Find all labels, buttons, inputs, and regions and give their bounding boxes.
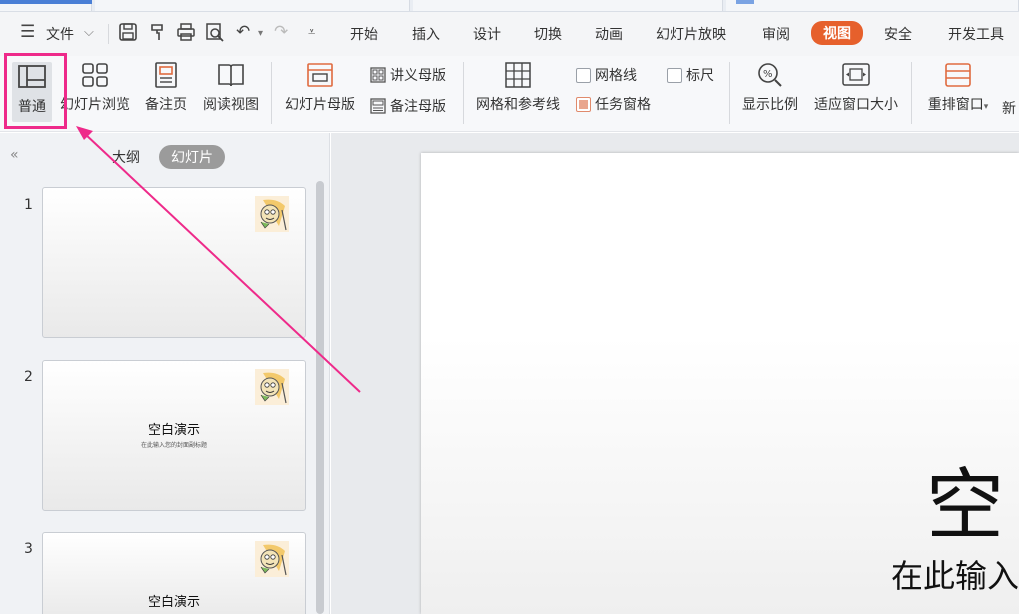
slide-sorter-label: 幻灯片浏览	[60, 97, 130, 113]
tab-animations[interactable]: 动画	[595, 24, 623, 44]
separator	[729, 62, 730, 124]
slide-thumbnail-1[interactable]	[42, 187, 306, 338]
tab-slides[interactable]: 幻灯片	[159, 145, 225, 169]
grid-guides-label: 网格和参考线	[476, 97, 560, 113]
zoom-icon: %	[756, 62, 784, 88]
dropdown-arrow-icon: ▾	[983, 102, 989, 112]
gridlines-checkbox-box[interactable]	[576, 67, 591, 83]
undo-dropdown-icon[interactable]: ▾	[258, 28, 263, 39]
book-icon	[217, 62, 245, 88]
notes-master-icon	[370, 98, 386, 114]
task-pane-checkbox[interactable]: 任务窗格	[576, 94, 651, 114]
slide-number: 3	[24, 541, 33, 557]
tab-slideshow[interactable]: 幻灯片放映	[656, 24, 726, 44]
mascot-icon	[255, 196, 289, 232]
tab-home[interactable]: 开始	[350, 24, 378, 44]
task-pane-checkbox-box[interactable]	[576, 96, 591, 112]
rearrange-window-icon	[944, 62, 972, 88]
rearrange-window-button[interactable]: 重排窗口▾	[922, 62, 994, 114]
reading-view-label: 阅读视图	[203, 97, 259, 113]
slide-thumbnail-title: 空白演示	[147, 423, 200, 438]
new-window-button[interactable]: 新	[1002, 98, 1019, 118]
notes-page-button[interactable]: 备注页	[142, 62, 190, 114]
new-window-label: 新	[1002, 101, 1016, 117]
slide-thumbnail-3[interactable]: 空白演示	[42, 532, 306, 614]
rearrange-window-label: 重排窗口	[927, 97, 984, 113]
mascot-icon	[255, 369, 289, 405]
slide-master-icon	[306, 62, 334, 88]
window-tab[interactable]	[726, 0, 1019, 11]
ruler-checkbox-box[interactable]	[667, 67, 682, 83]
grid-icon	[504, 62, 532, 88]
slide-thumbnail-subtitle: 在此输入您的封面副标题	[140, 442, 207, 449]
separator	[271, 62, 272, 124]
separator	[911, 62, 912, 124]
fit-window-label: 适应窗口大小	[814, 97, 898, 113]
notes-page-label: 备注页	[145, 97, 187, 113]
chevron-down-icon[interactable]: ⌵	[84, 25, 94, 40]
menu-bar: ☰ 文件 ⌵ ↶ ▾ ↷ ⩡ 开始 插入 设计 切换 动画 幻灯片放映 审阅 视…	[0, 12, 1019, 56]
gridlines-label: 网格线	[595, 68, 637, 84]
notes-page-icon	[152, 62, 180, 88]
annotation-highlight-box	[4, 53, 67, 129]
print-preview-icon[interactable]	[205, 22, 225, 47]
redo-icon[interactable]: ↷	[274, 22, 288, 42]
separator	[463, 62, 464, 124]
tab-review[interactable]: 审阅	[762, 24, 790, 44]
panel-scrollbar[interactable]	[316, 181, 324, 614]
handout-master-icon	[370, 67, 386, 83]
fit-window-button[interactable]: 适应窗口大小	[810, 62, 902, 114]
active-tab-indicator	[0, 0, 92, 4]
tab-transitions[interactable]: 切换	[534, 24, 562, 44]
grid-guides-button[interactable]: 网格和参考线	[472, 62, 564, 114]
ruler-label: 标尺	[686, 68, 714, 84]
ruler-checkbox[interactable]: 标尺	[667, 65, 714, 85]
format-painter-icon[interactable]	[148, 22, 168, 47]
slide-subtitle[interactable]: 在此输入	[891, 551, 1019, 597]
file-menu[interactable]: 文件	[46, 24, 74, 44]
save-icon[interactable]	[118, 22, 138, 47]
reading-view-button[interactable]: 阅读视图	[200, 62, 262, 114]
ribbon-toolbar: 普通 幻灯片浏览 备注页 阅读视图 幻灯片母版 讲义母版 备注母版 网格和参考线…	[0, 56, 1019, 132]
print-icon[interactable]	[176, 22, 196, 47]
zoom-label: 显示比例	[742, 97, 798, 113]
notes-master-label: 备注母版	[390, 99, 446, 115]
slide-number: 2	[24, 369, 33, 385]
slide-sorter-icon	[81, 62, 109, 88]
fit-window-icon	[842, 62, 870, 88]
hamburger-menu-icon[interactable]: ☰	[20, 22, 35, 42]
window-tab[interactable]	[413, 0, 723, 11]
tab-icon	[736, 0, 754, 4]
slide-sorter-button[interactable]: 幻灯片浏览	[57, 62, 133, 114]
window-tab-strip	[0, 0, 1019, 12]
undo-icon[interactable]: ↶	[236, 22, 250, 42]
svg-text:%: %	[763, 69, 773, 80]
separator	[108, 24, 109, 44]
tab-insert[interactable]: 插入	[412, 24, 440, 44]
slide-master-button[interactable]: 幻灯片母版	[282, 62, 358, 114]
tab-security[interactable]: 安全	[884, 24, 912, 44]
window-tab[interactable]	[95, 0, 410, 11]
tab-developer[interactable]: 开发工具	[948, 24, 1004, 44]
handout-master-button[interactable]: 讲义母版	[370, 65, 446, 85]
gridlines-checkbox[interactable]: 网格线	[576, 65, 637, 85]
customize-toolbar-icon[interactable]: ⩡	[308, 25, 315, 40]
collapse-panel-icon[interactable]: «	[10, 147, 19, 163]
slide-panel: « 大纲 幻灯片 1 2 空白演示 在此输入您的封面副标题 3 空白演示	[0, 133, 330, 614]
mascot-icon	[255, 541, 289, 577]
zoom-button[interactable]: % 显示比例	[738, 62, 802, 114]
slide-master-label: 幻灯片母版	[285, 97, 355, 113]
handout-master-label: 讲义母版	[390, 68, 446, 84]
task-pane-label: 任务窗格	[595, 97, 651, 113]
slide-thumbnail-2[interactable]: 空白演示 在此输入您的封面副标题	[42, 360, 306, 511]
slide-editor: 空 在此输入	[331, 133, 1019, 614]
slide-thumbnail-title: 空白演示	[147, 595, 200, 610]
notes-master-button[interactable]: 备注母版	[370, 96, 446, 116]
tab-view[interactable]: 视图	[811, 21, 863, 45]
tab-design[interactable]: 设计	[473, 24, 501, 44]
slide-number: 1	[24, 197, 33, 213]
tab-outline[interactable]: 大纲	[112, 147, 140, 167]
slide-title[interactable]: 空	[926, 443, 1004, 555]
slide-canvas[interactable]: 空 在此输入	[421, 153, 1019, 614]
